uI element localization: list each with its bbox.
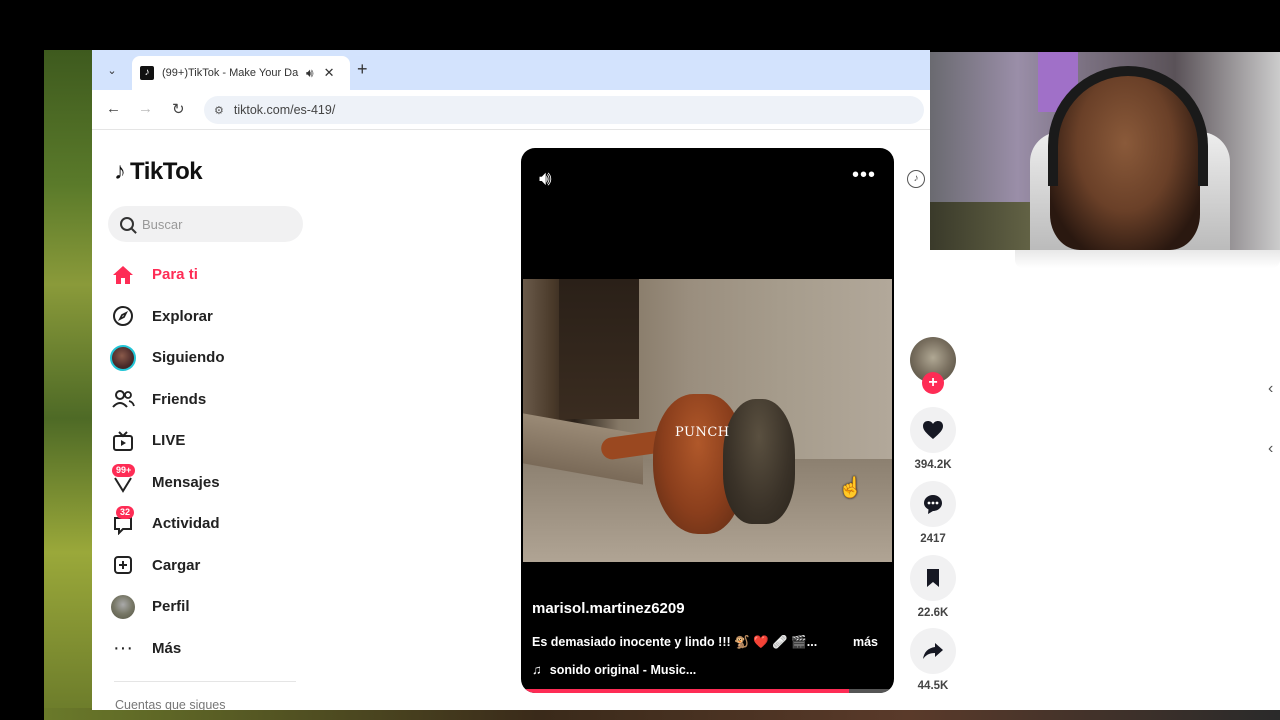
forward-arrow-icon[interactable]: → [138,100,153,117]
video-overlay-text: PUNCH [675,425,730,440]
search-icon [120,217,134,231]
audio-playing-icon[interactable]: 🔊︎ [306,66,314,81]
save-count: 22.6K [917,607,949,619]
music-title: sonido original - Music... [549,662,697,677]
sidebar-item-mensajes[interactable]: 99+ Mensajes [110,462,300,504]
sidebar-item-mas[interactable]: ··· Más [110,628,300,670]
chevron-down-icon[interactable]: ‹ [1268,440,1273,458]
sidebar-item-label: Explorar [152,307,213,325]
music-disc-icon[interactable]: ♪ [907,170,925,188]
sidebar-item-siguiendo[interactable]: Siguiendo [110,337,300,379]
sidebar-item-label: Perfil [152,598,190,616]
like-button[interactable]: 394.2K [906,407,960,471]
chevron-up-icon[interactable]: ‹ [1268,380,1273,398]
browser-toolbar: ← → ↻ ⚙ tiktok.com/es-419/ [92,90,930,130]
video-caption: Es demasiado inocente y lindo !!! 🐒 ❤️ 🩹… [532,635,818,649]
address-bar[interactable]: ⚙ tiktok.com/es-419/ [204,96,924,124]
sidebar-item-label: Actividad [152,515,220,533]
sidebar-item-label: Para ti [152,266,198,284]
url-text[interactable]: tiktok.com/es-419/ [234,103,335,117]
desktop-wallpaper-left [44,50,94,720]
sidebar-item-label: Cargar [152,556,201,574]
search-input[interactable] [142,216,292,232]
new-tab-plus-icon[interactable]: + [357,59,368,80]
close-tab-icon[interactable]: ✕ [324,65,335,81]
activity-badge: 32 [116,505,135,519]
sidebar-divider [114,681,296,682]
logo-text: TikTok [130,158,203,185]
video-progress-bar[interactable] [521,689,894,693]
comment-button[interactable]: 2417 [906,481,960,545]
caption-more-link[interactable]: más [853,635,878,649]
music-row[interactable]: ♫ sonido original - Music... [532,662,696,677]
upload-icon [110,552,136,578]
tab-title: (99+)TikTok - Make Your Da [162,67,299,79]
sidebar-item-label: Siguiendo [152,349,225,367]
sidebar-item-label: Más [152,639,182,657]
compass-icon [110,303,136,329]
hand-cursor-icon: ☝ [838,477,863,499]
sidebar-item-para-ti[interactable]: Para ti [110,254,300,296]
webcam-overlay [930,52,1280,250]
site-settings-icon[interactable]: ⚙ [214,104,224,117]
volume-icon[interactable]: 🔊︎ [539,168,552,191]
sidebar-item-actividad[interactable]: 32 Actividad [110,503,300,545]
tab-strip: ⌄ ♪ (99+)TikTok - Make Your Da 🔊︎ ✕ + [92,50,930,90]
profile-avatar [110,594,136,620]
activity-icon: 32 [110,505,136,537]
follow-plus-icon[interactable]: + [922,372,944,394]
home-icon [110,262,136,288]
reload-icon[interactable]: ↻ [172,100,185,118]
back-arrow-icon[interactable]: ← [106,100,121,117]
more-dots-icon: ··· [113,636,133,659]
like-count: 394.2K [914,459,952,471]
heart-icon [910,407,956,453]
comment-icon [910,481,956,527]
webcam-underline [1015,250,1280,268]
sidebar-nav: Para ti Explorar Siguiendo Friends LIVE … [110,254,300,669]
save-button[interactable]: 22.6K [906,555,960,619]
video-progress-fill [521,689,850,693]
video-player[interactable]: 🔊︎ ••• PUNCH marisol.martinez6209 Es dem… [521,148,894,693]
sidebar-item-perfil[interactable]: Perfil [110,586,300,628]
music-note-icon: ♫ [532,662,542,677]
sidebar-item-friends[interactable]: Friends [110,379,300,421]
tiktok-logo[interactable]: ♪ TikTok [114,158,203,186]
live-tv-icon [110,428,136,454]
sidebar-item-label: Friends [152,390,207,408]
tiktok-note-icon: ♪ [114,158,126,185]
video-author[interactable]: marisol.martinez6209 [532,600,685,617]
messages-badge: 99+ [112,464,136,478]
sidebar-item-live[interactable]: LIVE [110,420,300,462]
sidebar-item-cargar[interactable]: Cargar [110,545,300,587]
more-options-icon[interactable]: ••• [852,164,876,187]
share-button[interactable]: 44.5K [906,628,960,692]
sidebar-item-label: Mensajes [152,473,220,491]
following-avatar [110,344,136,371]
browser-tab[interactable]: ♪ (99+)TikTok - Make Your Da 🔊︎ ✕ [132,56,350,90]
friends-icon [110,386,136,412]
video-frame[interactable]: PUNCH [523,279,892,562]
baby-monkey [723,399,795,524]
following-accounts-heading: Cuentas que sigues [115,698,226,710]
search-box[interactable] [108,206,303,242]
sidebar-item-label: LIVE [152,432,186,450]
frame-doorway [559,279,639,419]
page-right-area [930,250,1280,710]
sidebar-item-explorar[interactable]: Explorar [110,296,300,338]
share-arrow-icon [910,628,956,674]
tiktok-favicon-icon: ♪ [140,66,154,80]
browser-window: ⌄ ♪ (99+)TikTok - Make Your Da 🔊︎ ✕ + ← … [92,50,930,710]
inbox-icon: 99+ [110,464,136,495]
bookmark-icon [910,555,956,601]
tab-search-chevron-icon[interactable]: ⌄ [100,58,124,82]
tiktok-page: ♪ TikTok Para ti Explorar Siguie [92,130,930,710]
share-count: 44.5K [917,680,949,692]
comment-count: 2417 [920,533,946,545]
